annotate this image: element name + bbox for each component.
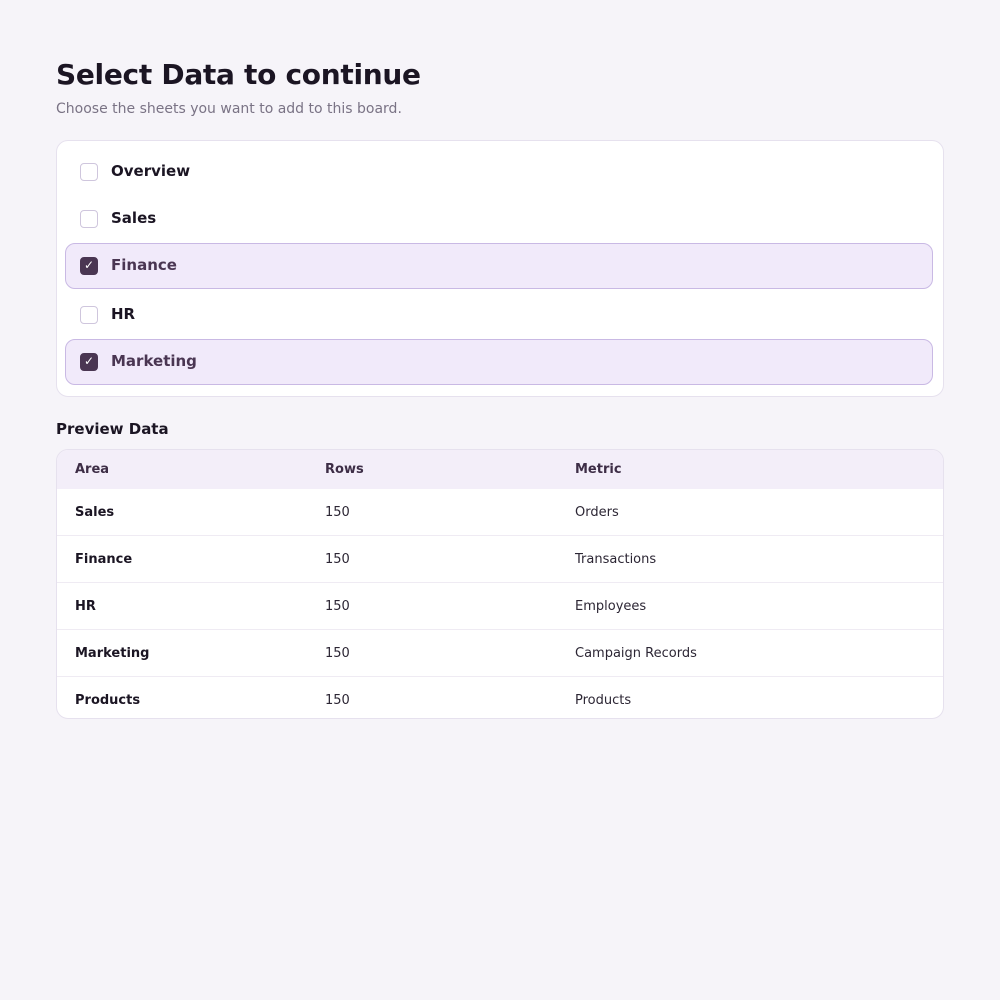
- preview-table: Area Rows Metric Sales 150 Orders Financ…: [57, 450, 943, 719]
- sheet-item-finance[interactable]: ✓ Finance: [65, 243, 933, 289]
- sheet-item-marketing[interactable]: ✓ Marketing: [65, 339, 933, 385]
- column-header-area: Area: [75, 462, 110, 477]
- cell-metric: Products: [575, 692, 632, 708]
- checkbox-unchecked[interactable]: [80, 163, 98, 181]
- cell-rows: 150: [325, 692, 350, 708]
- sheet-label: Overview: [111, 162, 191, 180]
- sheet-item-sales[interactable]: Sales: [65, 196, 933, 242]
- sheet-label: Sales: [111, 209, 157, 227]
- cell-area: Marketing: [75, 645, 150, 661]
- cell-metric: Campaign Records: [575, 645, 697, 661]
- checkbox-unchecked[interactable]: [80, 210, 98, 228]
- checkbox-unchecked[interactable]: [80, 306, 98, 324]
- table-row: Products 150 Products: [57, 676, 943, 719]
- page-subtitle: Choose the sheets you want to add to thi…: [56, 101, 402, 117]
- sheet-label: Marketing: [111, 352, 197, 370]
- sheet-list: Overview Sales ✓ Finance HR ✓ Marketing: [56, 140, 944, 397]
- cell-area: Sales: [75, 504, 115, 520]
- table-row: HR 150 Employees: [57, 582, 943, 630]
- cell-area: Products: [75, 692, 141, 708]
- table-row: Marketing 150 Campaign Records: [57, 629, 943, 677]
- cell-rows: 150: [325, 598, 350, 614]
- page-title: Select Data to continue: [56, 58, 421, 91]
- cell-metric: Employees: [575, 598, 647, 614]
- sheet-item-overview[interactable]: Overview: [65, 149, 933, 195]
- cell-area: HR: [75, 598, 96, 614]
- table-row: Finance 150 Transactions: [57, 535, 943, 583]
- preview-table-card: Area Rows Metric Sales 150 Orders Financ…: [56, 449, 944, 719]
- table-header-row: Area Rows Metric: [57, 450, 943, 489]
- column-header-rows: Rows: [325, 462, 364, 477]
- checkbox-checked[interactable]: ✓: [80, 353, 98, 371]
- cell-rows: 150: [325, 504, 350, 520]
- cell-rows: 150: [325, 551, 350, 567]
- sheet-label: Finance: [111, 256, 177, 274]
- column-header-metric: Metric: [575, 462, 622, 477]
- cell-metric: Orders: [575, 504, 619, 520]
- sheet-label: HR: [111, 305, 136, 323]
- table-row: Sales 150 Orders: [57, 489, 943, 536]
- preview-title: Preview Data: [56, 420, 169, 438]
- checkbox-checked[interactable]: ✓: [80, 257, 98, 275]
- sheet-item-hr[interactable]: HR: [65, 292, 933, 338]
- cell-area: Finance: [75, 551, 133, 567]
- cell-metric: Transactions: [575, 551, 657, 567]
- cell-rows: 150: [325, 645, 350, 661]
